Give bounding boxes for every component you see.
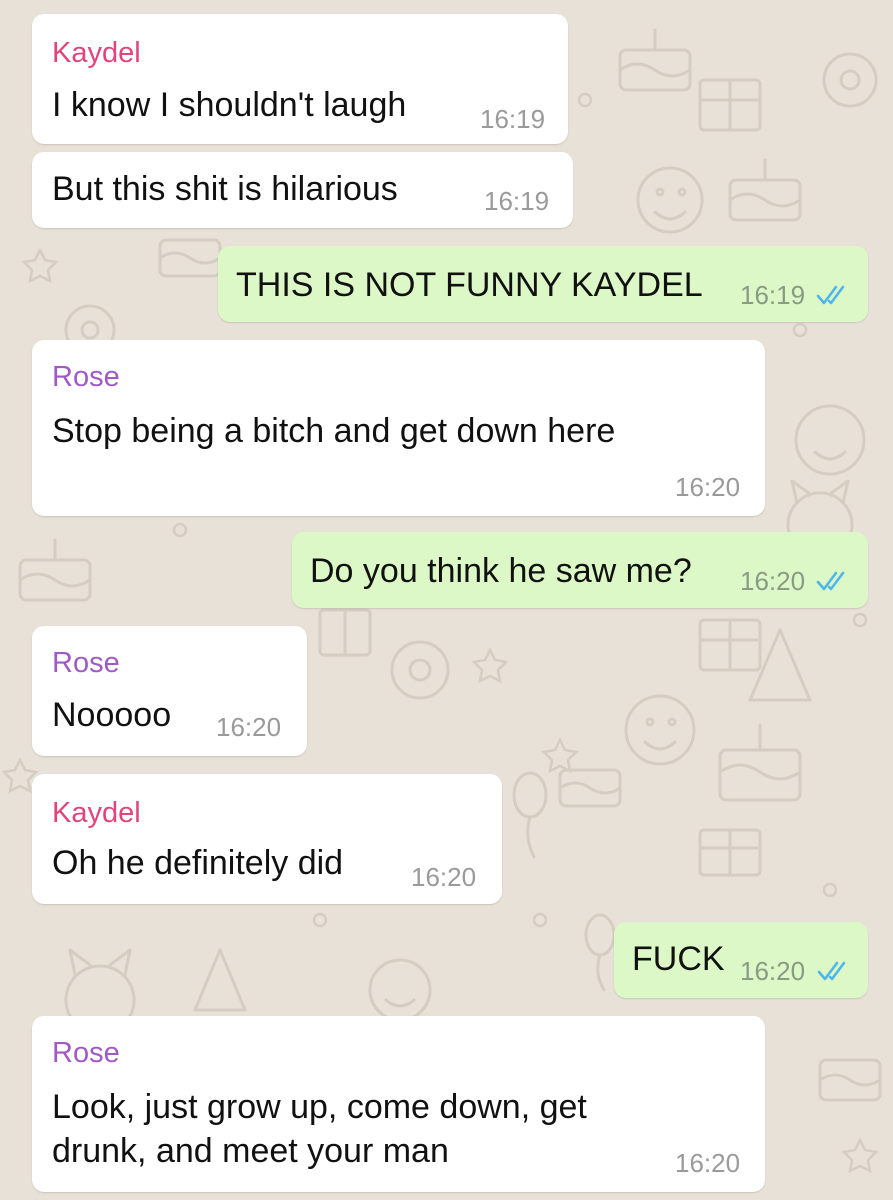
sender-name: Rose (52, 647, 120, 679)
incoming-message[interactable]: Kaydel I know I shouldn't laugh 16:19 (32, 14, 568, 144)
message-list[interactable]: Kaydel I know I shouldn't laugh 16:19 Bu… (0, 0, 893, 1200)
message-time: 16:20 (216, 712, 282, 742)
double-check-read-icon (816, 571, 845, 591)
incoming-message[interactable]: But this shit is hilarious 16:19 (32, 152, 573, 228)
sender-name: Kaydel (52, 37, 141, 69)
double-check-read-icon (817, 961, 846, 981)
message-time: 16:19 (480, 104, 546, 134)
outgoing-message[interactable]: THIS IS NOT FUNNY KAYDEL 16:19 (218, 246, 868, 322)
message-text: Oh he definitely did (52, 844, 344, 882)
sender-name: Rose (52, 361, 120, 393)
message-time: 16:20 (740, 566, 806, 596)
message-time: 16:20 (675, 1148, 741, 1178)
message-text-line-1: Look, just grow up, come down, get (52, 1088, 587, 1126)
message-text: Stop being a bitch and get down here (52, 412, 616, 450)
message-text: Do you think he saw me? (310, 552, 692, 590)
incoming-message[interactable]: Rose Stop being a bitch and get down her… (32, 340, 765, 516)
message-time: 16:20 (740, 956, 806, 986)
message-text-line-2: drunk, and meet your man (52, 1132, 449, 1170)
message-text: FUCK (632, 940, 725, 978)
incoming-message[interactable]: Kaydel Oh he definitely did 16:20 (32, 774, 502, 904)
sender-name: Rose (52, 1037, 120, 1069)
message-text: Nooooo (52, 696, 172, 734)
sender-name: Kaydel (52, 797, 141, 829)
message-text: I know I shouldn't laugh (52, 86, 407, 124)
message-time: 16:20 (411, 862, 477, 892)
double-check-read-icon (816, 285, 845, 305)
incoming-message[interactable]: Rose Look, just grow up, come down, get … (32, 1016, 765, 1192)
message-time: 16:19 (484, 186, 550, 216)
incoming-message[interactable]: Rose Nooooo 16:20 (32, 626, 307, 756)
outgoing-message[interactable]: FUCK 16:20 (614, 922, 868, 998)
message-text: THIS IS NOT FUNNY KAYDEL (236, 266, 703, 304)
message-text: But this shit is hilarious (52, 170, 398, 208)
message-time: 16:19 (740, 280, 806, 310)
message-time: 16:20 (675, 472, 741, 502)
outgoing-message[interactable]: Do you think he saw me? 16:20 (292, 532, 868, 608)
